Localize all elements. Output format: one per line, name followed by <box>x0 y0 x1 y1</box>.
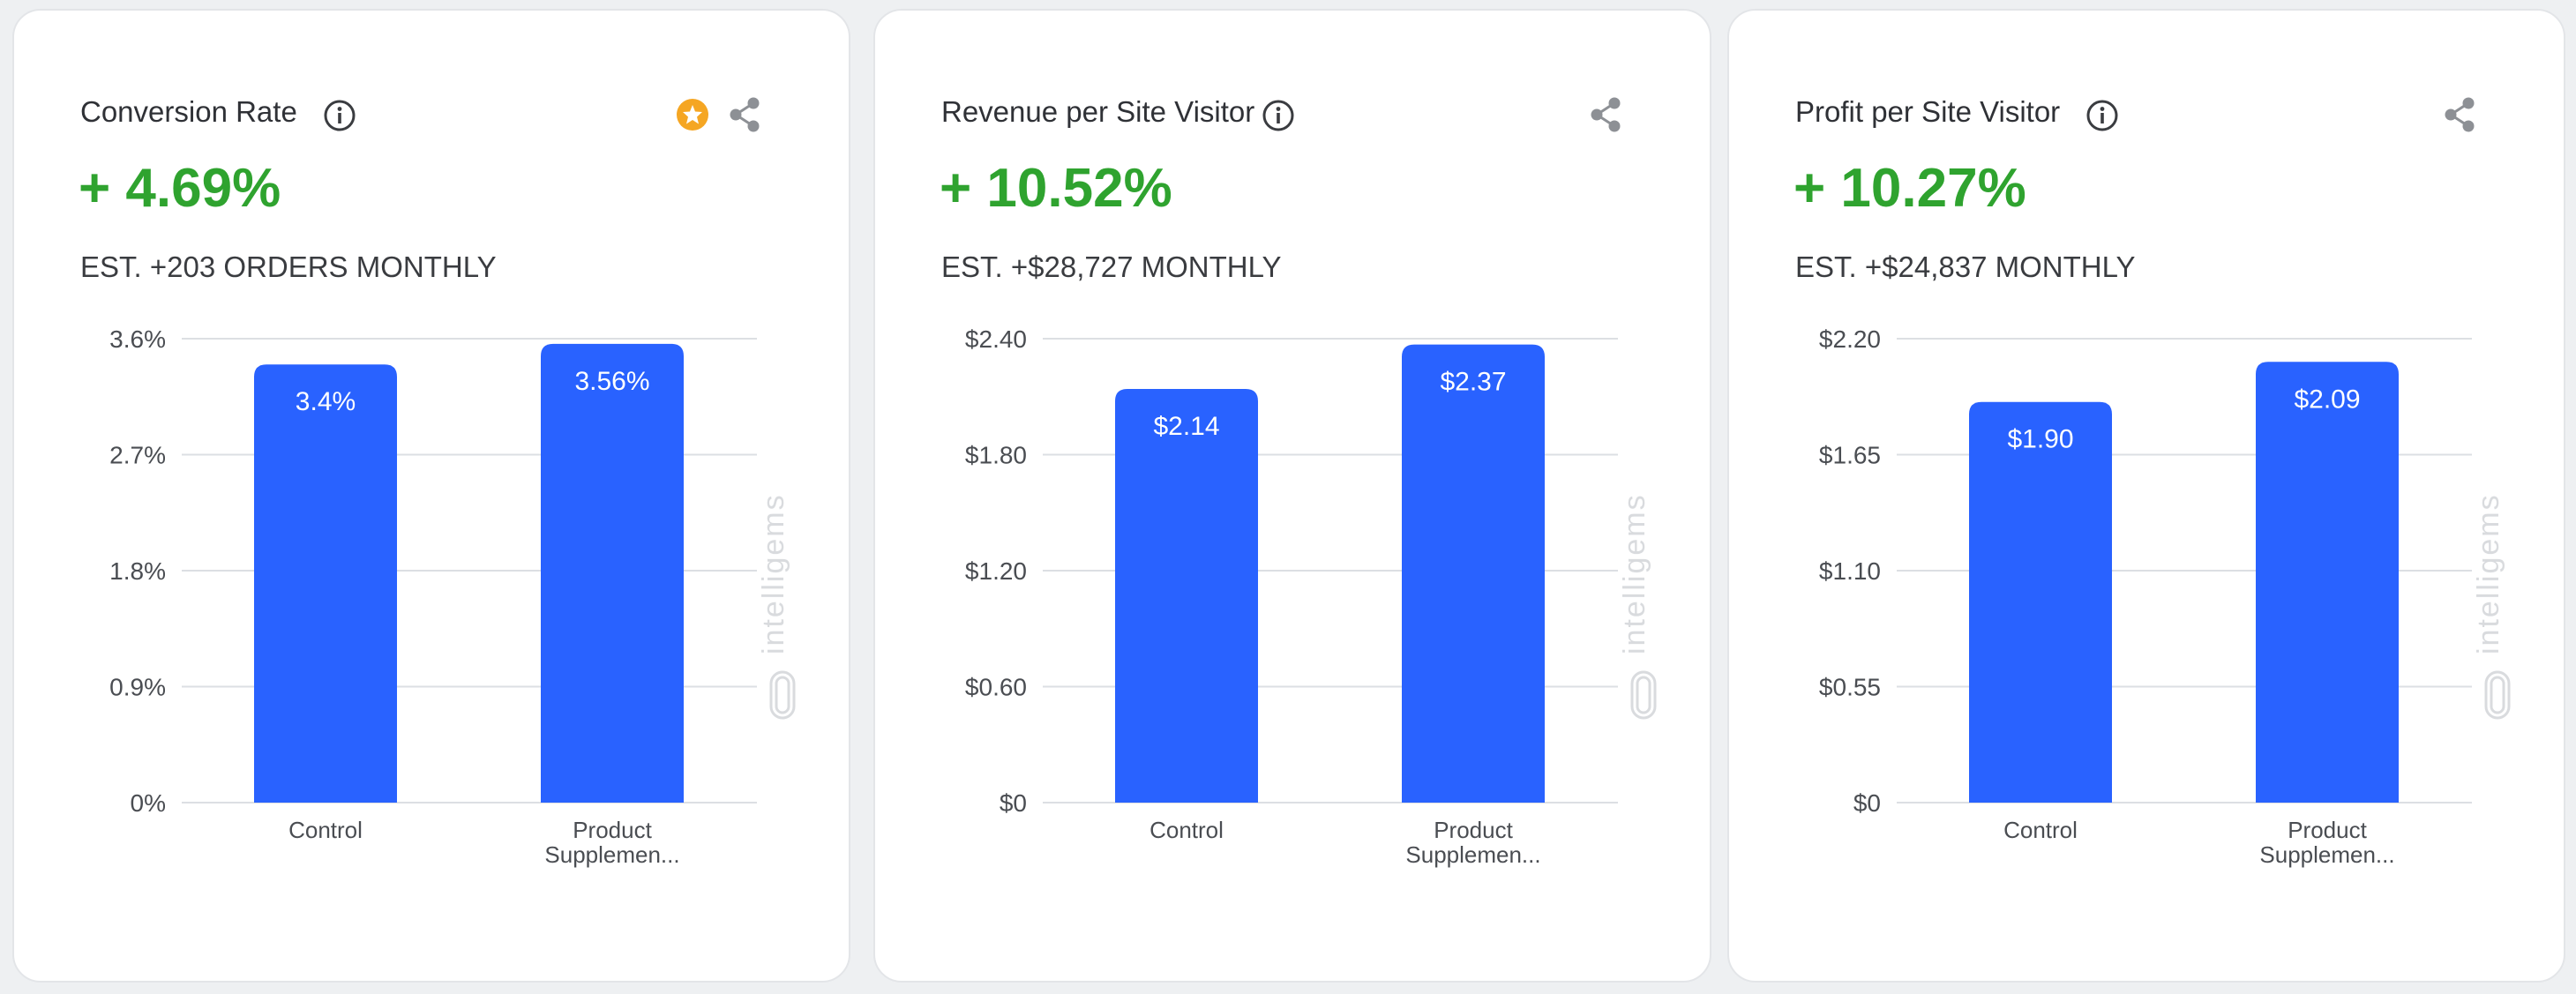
metric-change: + 10.52% <box>940 158 1172 219</box>
y-tick-label: 3.6% <box>109 325 166 353</box>
share-icon[interactable] <box>1588 95 1623 134</box>
y-tick-label: $0.60 <box>965 674 1027 701</box>
bar-value-label: 3.56% <box>574 367 649 396</box>
y-tick-label: 1.8% <box>109 557 166 585</box>
watermark-logo-icon <box>2490 676 2505 714</box>
bar-chart: $0 $0.60 $1.20 $1.80 $2.40 intelligems $2.14 Co… <box>965 325 1657 868</box>
y-tick-label: $2.40 <box>965 325 1027 353</box>
metric-change: + 4.69% <box>79 158 281 219</box>
bar-chart: $0 $0.55 $1.10 $1.65 $2.20 intelligems $1.90 Co… <box>1819 325 2511 868</box>
x-category-label: Product <box>2288 817 2367 843</box>
watermark-logo-icon <box>769 670 796 720</box>
x-category-label: Product <box>573 817 652 843</box>
watermark-text: intelligems <box>757 493 790 654</box>
watermark: intelligems <box>1618 493 1657 720</box>
watermark-logo-icon <box>775 676 790 714</box>
y-tick-label: $1.20 <box>965 557 1027 585</box>
y-tick-label: $1.80 <box>965 442 1027 469</box>
x-category-label: Supplemen... <box>544 841 679 868</box>
x-category-label: Control <box>2003 817 2078 843</box>
x-category-label: Product <box>1434 817 1513 843</box>
bar-value-label: $2.09 <box>2294 385 2360 414</box>
profit-per-visitor-card: Profit per Site Visitor + 10.27% EST. +$… <box>1727 9 2565 983</box>
info-icon[interactable] <box>1262 99 1295 132</box>
x-category-label: Control <box>1149 817 1224 843</box>
info-icon[interactable] <box>323 99 356 132</box>
bar-value-label: $1.90 <box>2007 425 2073 454</box>
x-category-label: Control <box>288 817 363 843</box>
y-tick-label: $0 <box>1853 789 1881 817</box>
bar[interactable] <box>1115 388 1258 803</box>
bar-value-label: $2.14 <box>1153 412 1219 441</box>
watermark-text: intelligems <box>2472 493 2505 654</box>
estimate-text: EST. +$28,727 MONTHLY <box>941 250 1282 283</box>
revenue-per-visitor-card: Revenue per Site Visitor + 10.52% EST. +… <box>873 9 1711 983</box>
bar[interactable] <box>254 364 397 803</box>
metric-change: + 10.27% <box>1793 158 2026 219</box>
star-icon[interactable] <box>676 98 709 131</box>
y-tick-label: $0.55 <box>1819 674 1881 701</box>
watermark-logo-icon <box>2484 670 2511 720</box>
y-tick-label: 0% <box>131 789 166 817</box>
bar-chart: 0% 0.9% 1.8% 2.7% 3.6% intelligems 3.4% Control… <box>109 325 796 868</box>
share-icon[interactable] <box>2442 95 2477 134</box>
y-tick-label: $2.20 <box>1819 325 1881 353</box>
y-tick-label: $1.10 <box>1819 557 1881 585</box>
watermark: intelligems <box>757 493 796 720</box>
watermark-logo-icon <box>1636 676 1651 714</box>
estimate-text: EST. +203 ORDERS MONTHLY <box>80 250 497 283</box>
y-tick-label: $1.65 <box>1819 442 1881 469</box>
y-tick-label: 2.7% <box>109 442 166 469</box>
bar-value-label: 3.4% <box>296 387 356 416</box>
watermark-text: intelligems <box>1618 493 1651 654</box>
bar[interactable] <box>2256 362 2399 803</box>
bar[interactable] <box>1969 401 2112 803</box>
bar[interactable] <box>1402 344 1545 803</box>
bar-value-label: $2.37 <box>1440 368 1506 397</box>
y-tick-label: $0 <box>1000 789 1027 817</box>
card-title: Conversion Rate <box>80 95 297 128</box>
conversion-rate-card: Conversion Rate + 4.69% EST. +203 ORDERS… <box>12 9 850 983</box>
watermark: intelligems <box>2472 493 2511 720</box>
x-category-label: Supplemen... <box>1405 841 1540 868</box>
info-icon[interactable] <box>2086 99 2119 132</box>
watermark-logo-icon <box>1630 670 1657 720</box>
bar[interactable] <box>541 343 684 803</box>
x-category-label: Supplemen... <box>2259 841 2394 868</box>
card-title: Revenue per Site Visitor <box>941 95 1255 128</box>
card-title: Profit per Site Visitor <box>1795 95 2061 128</box>
estimate-text: EST. +$24,837 MONTHLY <box>1795 250 2136 283</box>
y-tick-label: 0.9% <box>109 674 166 701</box>
share-icon[interactable] <box>727 95 762 134</box>
